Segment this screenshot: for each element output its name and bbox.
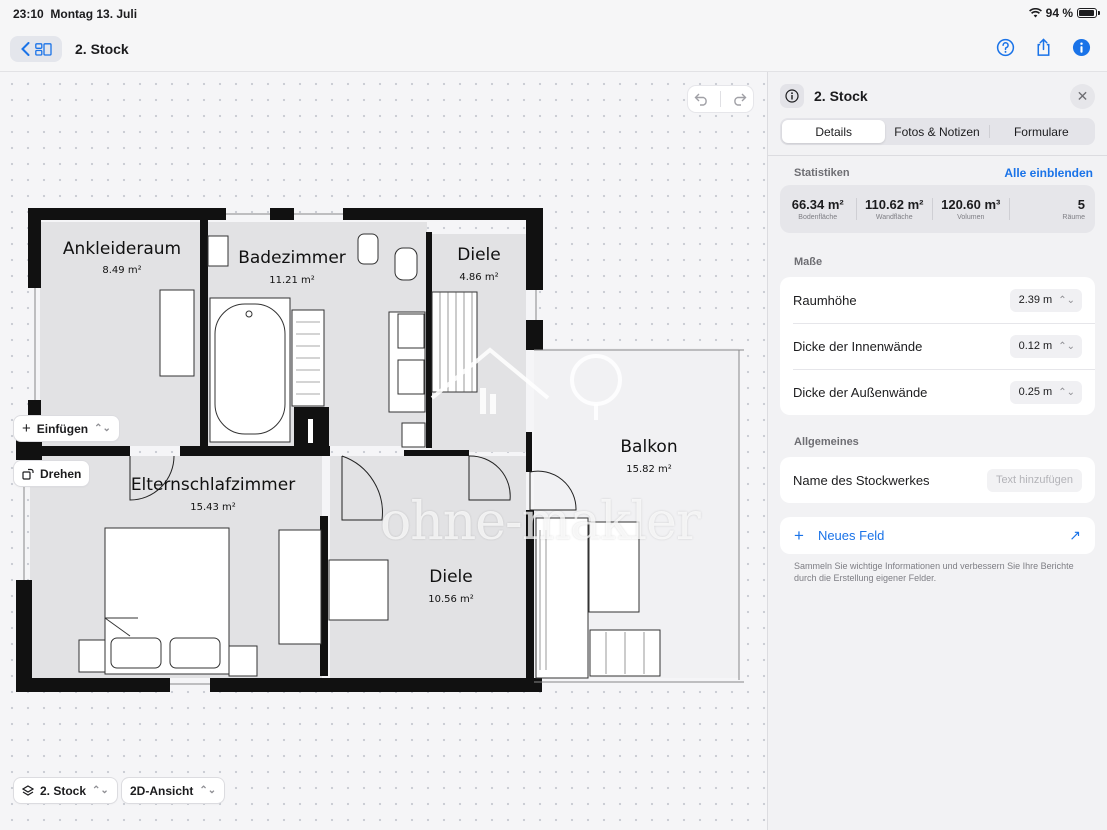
room-area-balkon: 15.82 m² (626, 464, 672, 475)
tab-photos-notes[interactable]: Fotos & Notizen (885, 120, 988, 143)
sidebar-icon (34, 42, 52, 56)
chevron-left-icon (20, 42, 29, 56)
outer-wall-thickness-stepper[interactable]: 0.25 m ⌃⌄ (1009, 380, 1082, 404)
view-selector-label: 2D-Ansicht (130, 783, 194, 798)
view-selector[interactable]: 2D-Ansicht ⌃⌄ (122, 778, 225, 803)
stat-floor-area: 66.34 m² Bodenfläche (791, 197, 844, 221)
battery-icon (1077, 8, 1100, 18)
new-field-button[interactable]: + Neues Feld ↗ (780, 517, 1095, 554)
status-bar: 23:10 Montag 13. Juli 94 % (0, 0, 1107, 26)
rotate-icon (22, 468, 34, 480)
status-time: 23:10 Montag 13. Juli (13, 7, 138, 21)
room-name-ankleideraum: Ankleideraum (63, 239, 181, 259)
floor-name-input[interactable]: Text hinzufügen (986, 468, 1082, 492)
panel-tabs: Details Fotos & Notizen Formulare (780, 118, 1095, 145)
battery-percent: 94 % (1045, 6, 1073, 20)
page-title: 2. Stock (75, 41, 129, 57)
layers-icon (22, 784, 34, 796)
room-height-row: Raumhöhe 2.39 m ⌃⌄ (780, 277, 1095, 323)
undo-icon[interactable] (694, 92, 709, 106)
room-name-badezimmer: Badezimmer (238, 248, 346, 268)
info-icon (780, 84, 804, 108)
room-name-diele-large: Diele (429, 567, 472, 587)
floorplan-canvas[interactable]: Ankleideraum 8.49 m² Badezimmer 11.21 m²… (0, 72, 767, 830)
floor-name-row: Name des Stockwerkes Text hinzufügen (780, 457, 1095, 503)
room-name-balkon: Balkon (620, 437, 677, 457)
chevron-updown-icon: ⌃⌄ (1058, 340, 1075, 352)
room-name-elternschlafzimmer: Elternschlafzimmer (131, 475, 295, 495)
stat-volume: 120.60 m³ Volumen (941, 197, 1001, 221)
arrow-up-right-icon: ↗ (1069, 527, 1081, 543)
back-button[interactable] (10, 36, 62, 62)
floor-selector-label: 2. Stock (40, 783, 87, 798)
rotate-button-label: Drehen (40, 466, 82, 481)
measures-card: Raumhöhe 2.39 m ⌃⌄ Dicke der Innenwände 0… (780, 277, 1095, 415)
floor-selector[interactable]: 2. Stock ⌃⌄ (14, 778, 117, 803)
new-field-label: Neues Feld (817, 528, 885, 543)
tab-details[interactable]: Details (782, 120, 886, 143)
plus-icon: + (22, 420, 31, 437)
tab-forms[interactable]: Formulare (990, 120, 1093, 143)
stat-wall-area: 110.62 m² Wandfläche (864, 197, 924, 221)
room-name-diele-small: Diele (457, 245, 500, 265)
stat-rooms: 5 Räume (1062, 197, 1085, 221)
chevron-updown-icon: ⌃⌄ (92, 785, 109, 796)
room-area-diele-large: 10.56 m² (428, 594, 474, 605)
rotate-button[interactable]: Drehen (14, 461, 90, 486)
chevron-updown-icon: ⌃⌄ (94, 423, 111, 434)
status-date: Montag 13. Juli (50, 7, 138, 21)
outer-wall-thickness-row: Dicke der Außenwände 0.25 m ⌃⌄ (780, 369, 1095, 415)
show-all-link[interactable]: Alle einblenden (1004, 166, 1093, 180)
info-icon[interactable] (1072, 38, 1091, 57)
wifi-icon (1028, 8, 1042, 18)
general-card: Name des Stockwerkes Text hinzufügen (780, 457, 1095, 503)
outer-wall-thickness-label: Dicke der Außenwände (793, 384, 928, 400)
insert-button[interactable]: + Einfügen ⌃⌄ (14, 416, 119, 441)
floor-name-label: Name des Stockwerkes (793, 472, 930, 488)
close-icon: ✕ (1076, 88, 1089, 104)
help-icon[interactable] (996, 38, 1015, 57)
insert-button-label: Einfügen (36, 421, 89, 436)
room-area-badezimmer: 11.21 m² (269, 275, 315, 286)
general-label: Allgemeines (794, 436, 859, 448)
chevron-updown-icon: ⌃⌄ (1058, 294, 1075, 306)
statistics-label: Statistiken (794, 167, 850, 179)
measures-label: Maße (794, 256, 823, 268)
undo-redo-group (688, 86, 753, 112)
panel-title: 2. Stock (814, 88, 868, 104)
inner-wall-thickness-stepper[interactable]: 0.12 m ⌃⌄ (1009, 334, 1082, 358)
plus-icon: + (794, 525, 804, 545)
floorplan: Ankleideraum 8.49 m² Badezimmer 11.21 m²… (16, 208, 744, 692)
chevron-updown-icon: ⌃⌄ (1058, 386, 1075, 398)
details-panel: 2. Stock ✕ Details Fotos & Notizen Formu… (767, 72, 1107, 830)
close-panel-button[interactable]: ✕ (1070, 84, 1095, 109)
room-height-label: Raumhöhe (793, 292, 857, 308)
inner-wall-thickness-label: Dicke der Innenwände (793, 338, 923, 354)
statistics-card: 66.34 m² Bodenfläche 110.62 m² Wandfläche … (780, 185, 1095, 233)
room-height-stepper[interactable]: 2.39 m ⌃⌄ (1009, 288, 1082, 312)
share-icon[interactable] (1034, 38, 1053, 57)
room-area-ankleideraum: 8.49 m² (102, 265, 141, 276)
redo-icon[interactable] (732, 92, 747, 106)
chevron-updown-icon: ⌃⌄ (199, 785, 217, 796)
inner-wall-thickness-row: Dicke der Innenwände 0.12 m ⌃⌄ (780, 323, 1095, 369)
room-area-diele-small: 4.86 m² (459, 272, 498, 283)
room-area-elternschlafzimmer: 15.43 m² (190, 502, 236, 513)
new-field-hint: Sammeln Sie wichtige Informationen und v… (794, 561, 1074, 583)
navigation-bar: 2. Stock (0, 26, 1107, 72)
